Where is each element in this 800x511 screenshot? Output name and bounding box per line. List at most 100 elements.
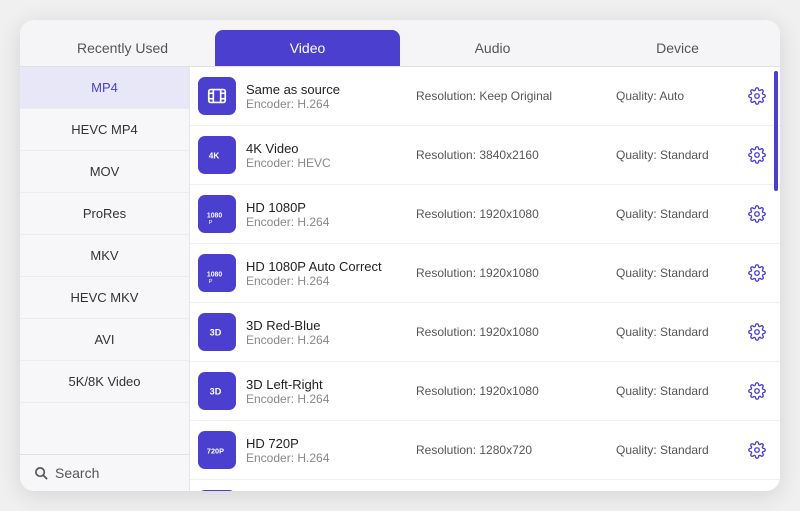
svg-text:720P: 720P [207, 447, 224, 456]
format-quality: Quality: Standard [616, 207, 736, 221]
table-row[interactable]: Same as source Encoder: H.264 Resolution… [190, 67, 780, 126]
format-name: 4K Video [246, 141, 406, 156]
sidebar-item-mp4[interactable]: MP4 [20, 67, 189, 109]
main-content: MP4 HEVC MP4 MOV ProRes MKV HEVC MKV AVI… [20, 67, 780, 491]
svg-text:4K: 4K [209, 152, 220, 161]
format-icon-3d-lr: 3D [198, 372, 236, 410]
app-container: Recently Used Video Audio Device MP4 HEV… [20, 20, 780, 491]
format-icon-1080p: 1080 P [198, 195, 236, 233]
format-resolution: Resolution: 1920x1080 [416, 325, 606, 339]
format-list: Same as source Encoder: H.264 Resolution… [190, 67, 780, 491]
settings-button[interactable] [746, 262, 768, 284]
gear-icon [748, 87, 766, 105]
table-row[interactable]: 3D 3D Red-Blue Encoder: H.264 Resolution… [190, 303, 780, 362]
format-quality: Quality: Standard [616, 266, 736, 280]
gear-icon [748, 264, 766, 282]
settings-button[interactable] [746, 321, 768, 343]
format-info: HD 720P Encoder: H.264 [246, 436, 406, 465]
table-row[interactable]: 720P HD 720P Auto Correct Encoder: H.264… [190, 480, 780, 491]
format-name: 3D Left-Right [246, 377, 406, 392]
gear-icon [748, 382, 766, 400]
sidebar: MP4 HEVC MP4 MOV ProRes MKV HEVC MKV AVI… [20, 67, 190, 491]
format-resolution: Resolution: 1920x1080 [416, 384, 606, 398]
settings-button[interactable] [746, 439, 768, 461]
720p-icon: 720P [206, 439, 228, 461]
format-name: HD 1080P [246, 200, 406, 215]
format-encoder: Encoder: H.264 [246, 215, 406, 229]
settings-button[interactable] [746, 144, 768, 166]
table-row[interactable]: 720P HD 720P Encoder: H.264 Resolution: … [190, 421, 780, 480]
format-icon-1080p-auto: 1080 P [198, 254, 236, 292]
format-encoder: Encoder: H.264 [246, 333, 406, 347]
svg-text:P: P [209, 220, 213, 225]
format-encoder: Encoder: H.264 [246, 97, 406, 111]
format-info: 3D Red-Blue Encoder: H.264 [246, 318, 406, 347]
format-name: 3D Red-Blue [246, 318, 406, 333]
format-name: HD 1080P Auto Correct [246, 259, 406, 274]
table-row[interactable]: 1080 P HD 1080P Encoder: H.264 Resolutio… [190, 185, 780, 244]
gear-icon [748, 323, 766, 341]
gear-icon [748, 146, 766, 164]
gear-icon [748, 205, 766, 223]
format-icon-3d: 3D [198, 313, 236, 351]
sidebar-item-mkv[interactable]: MKV [20, 235, 189, 277]
sidebar-item-hevc-mkv[interactable]: HEVC MKV [20, 277, 189, 319]
format-resolution: Resolution: 3840x2160 [416, 148, 606, 162]
sidebar-item-5k8k[interactable]: 5K/8K Video [20, 361, 189, 403]
gear-icon [748, 441, 766, 459]
settings-button[interactable] [746, 85, 768, 107]
format-quality: Quality: Standard [616, 384, 736, 398]
search-label: Search [55, 465, 99, 481]
format-encoder: Encoder: H.264 [246, 392, 406, 406]
format-resolution: Resolution: 1920x1080 [416, 207, 606, 221]
table-row[interactable]: 4K 4K Video Encoder: HEVC Resolution: 38… [190, 126, 780, 185]
format-info: HD 1080P Auto Correct Encoder: H.264 [246, 259, 406, 288]
tab-video[interactable]: Video [215, 30, 400, 66]
format-name: HD 720P [246, 436, 406, 451]
1080p-icon: 1080 P [206, 203, 228, 225]
3d-lr-icon: 3D [206, 380, 228, 402]
format-info: Same as source Encoder: H.264 [246, 82, 406, 111]
svg-text:P: P [209, 279, 213, 284]
svg-text:1080: 1080 [207, 272, 222, 279]
format-info: 3D Left-Right Encoder: H.264 [246, 377, 406, 406]
3d-icon: 3D [206, 321, 228, 343]
format-encoder: Encoder: H.264 [246, 274, 406, 288]
format-name: Same as source [246, 82, 406, 97]
4k-icon: 4K [206, 144, 228, 166]
settings-button[interactable] [746, 203, 768, 225]
sidebar-item-prores[interactable]: ProRes [20, 193, 189, 235]
svg-text:3D: 3D [210, 328, 222, 338]
tab-device[interactable]: Device [585, 30, 770, 66]
format-quality: Quality: Standard [616, 148, 736, 162]
format-info: HD 1080P Encoder: H.264 [246, 200, 406, 229]
search-button[interactable]: Search [20, 454, 189, 491]
search-icon [34, 466, 49, 481]
sidebar-item-hevc-mp4[interactable]: HEVC MP4 [20, 109, 189, 151]
format-icon-film [198, 77, 236, 115]
format-quality: Quality: Auto [616, 89, 736, 103]
format-info: 4K Video Encoder: HEVC [246, 141, 406, 170]
svg-text:1080: 1080 [207, 213, 222, 220]
sidebar-item-mov[interactable]: MOV [20, 151, 189, 193]
format-icon-720p-auto: 720P [198, 490, 236, 491]
sidebar-item-avi[interactable]: AVI [20, 319, 189, 361]
table-row[interactable]: 3D 3D Left-Right Encoder: H.264 Resoluti… [190, 362, 780, 421]
format-icon-4k: 4K [198, 136, 236, 174]
format-resolution: Resolution: 1920x1080 [416, 266, 606, 280]
scrollbar-track[interactable] [774, 71, 778, 487]
format-quality: Quality: Standard [616, 443, 736, 457]
tab-recently-used[interactable]: Recently Used [30, 30, 215, 66]
tab-bar: Recently Used Video Audio Device [20, 20, 780, 67]
format-resolution: Resolution: Keep Original [416, 89, 606, 103]
tab-audio[interactable]: Audio [400, 30, 585, 66]
table-row[interactable]: 1080 P HD 1080P Auto Correct Encoder: H.… [190, 244, 780, 303]
film-icon [206, 85, 228, 107]
1080p-auto-icon: 1080 P [206, 262, 228, 284]
format-quality: Quality: Standard [616, 325, 736, 339]
format-encoder: Encoder: H.264 [246, 451, 406, 465]
format-icon-720p: 720P [198, 431, 236, 469]
svg-text:3D: 3D [210, 387, 222, 397]
scrollbar-thumb[interactable] [774, 71, 778, 191]
settings-button[interactable] [746, 380, 768, 402]
